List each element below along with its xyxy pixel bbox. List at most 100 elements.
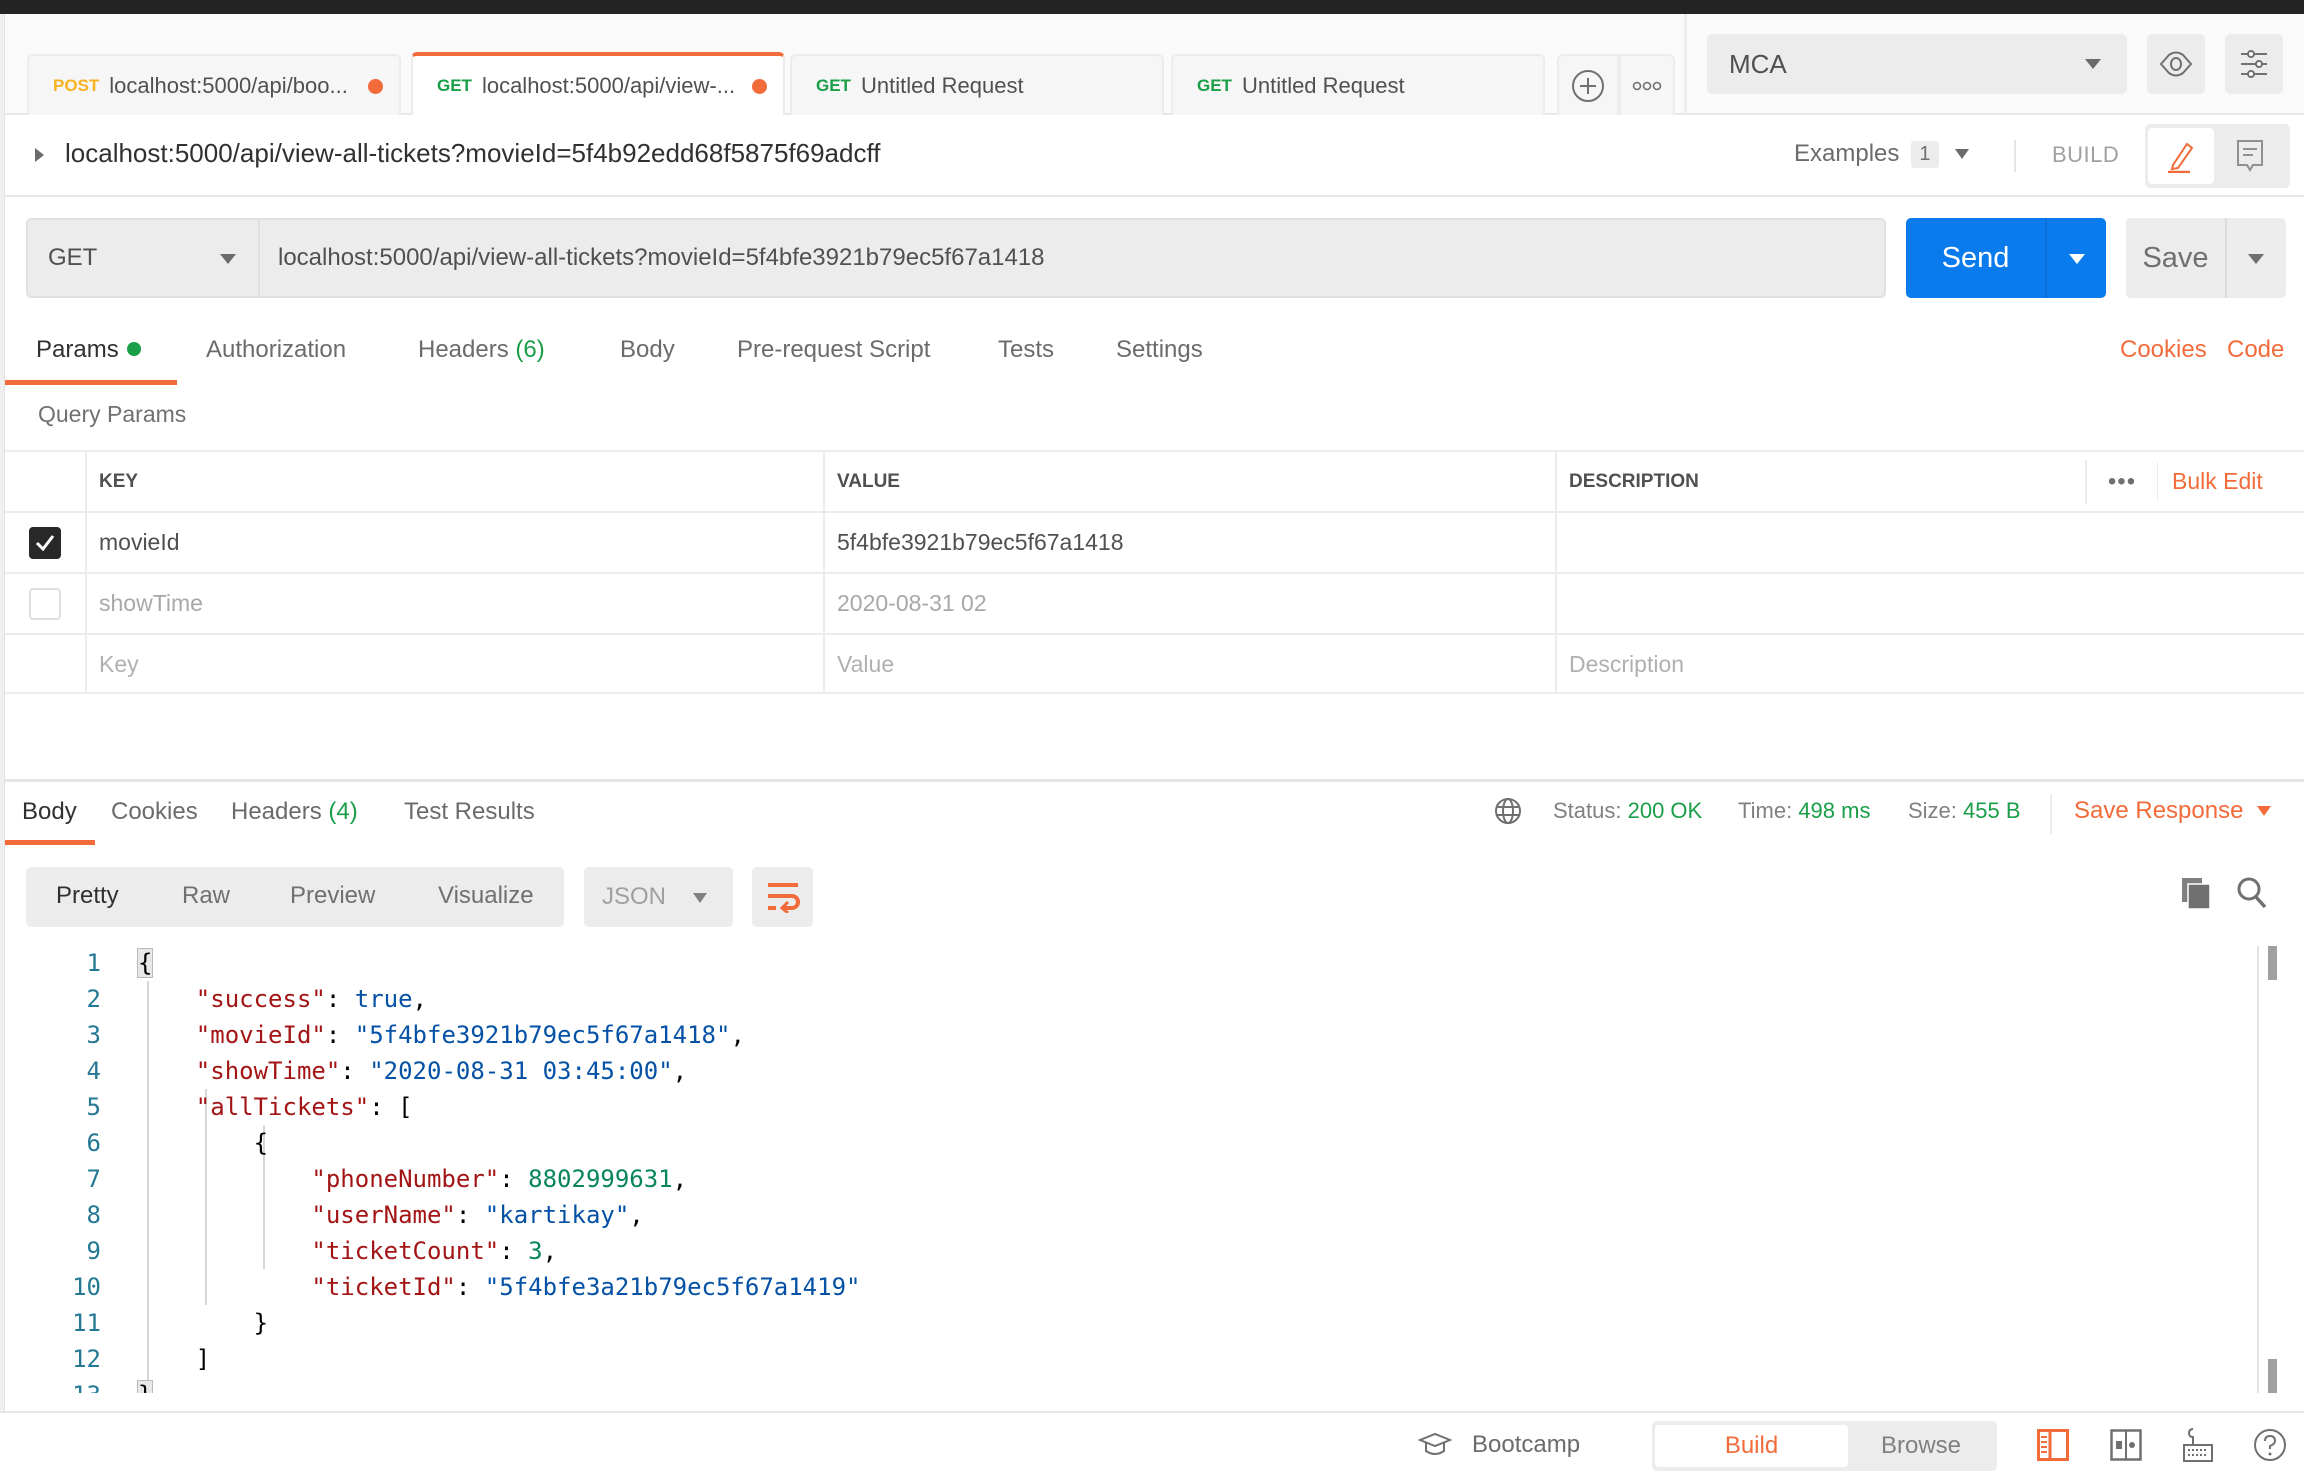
- response-tab-test-results[interactable]: Test Results: [404, 798, 535, 826]
- param-key-input[interactable]: movieId: [85, 513, 823, 572]
- time-value[interactable]: 498 ms: [1798, 798, 1870, 823]
- request-title-row: localhost:5000/api/view-all-tickets?movi…: [5, 116, 2304, 197]
- manage-environments-button[interactable]: [2225, 34, 2283, 94]
- json-punctuation: ,: [542, 1237, 558, 1265]
- tab-label: localhost:5000/api/boo...: [109, 72, 348, 98]
- response-tab-headers[interactable]: Headers (4): [231, 798, 358, 826]
- status-value[interactable]: 200 OK: [1628, 798, 1703, 823]
- bulk-edit-button[interactable]: Bulk Edit: [2172, 468, 2263, 495]
- json-punctuation: :: [455, 1201, 485, 1229]
- view-raw-button[interactable]: Raw: [182, 882, 230, 910]
- examples-dropdown[interactable]: Examples 1: [1794, 140, 1969, 168]
- search-icon[interactable]: [2236, 876, 2268, 910]
- response-tab-body[interactable]: Body: [22, 798, 77, 826]
- wrap-lines-button[interactable]: [752, 867, 813, 927]
- save-response-button[interactable]: Save Response: [2074, 797, 2272, 825]
- tab-headers[interactable]: Headers (6): [418, 336, 545, 364]
- bootcamp-button[interactable]: Bootcamp: [1418, 1431, 1580, 1459]
- tab-get-view-all-tickets[interactable]: GET localhost:5000/api/view-...: [411, 52, 785, 115]
- tab-tests[interactable]: Tests: [998, 336, 1054, 364]
- mode-label: BUILD: [2052, 142, 2120, 167]
- toggle-sidebar-button[interactable]: [2035, 1427, 2071, 1463]
- json-key: "allTickets": [195, 1093, 370, 1121]
- active-tab-indicator: [5, 380, 177, 385]
- tab-pre-request-script[interactable]: Pre-request Script: [737, 336, 930, 364]
- param-description-input[interactable]: [1555, 574, 2304, 633]
- chevron-down-icon: [2257, 806, 2272, 816]
- response-format-select[interactable]: JSON: [584, 867, 733, 927]
- help-button[interactable]: [2252, 1427, 2288, 1463]
- tab-untitled-request-1[interactable]: GET Untitled Request: [790, 54, 1164, 115]
- tab-params[interactable]: Params: [36, 336, 141, 364]
- view-visualize-button[interactable]: Visualize: [438, 882, 534, 910]
- view-preview-button[interactable]: Preview: [290, 882, 375, 910]
- method-badge: POST: [53, 75, 100, 95]
- new-tab-button[interactable]: [1557, 54, 1619, 115]
- row-enabled-checkbox[interactable]: [29, 526, 61, 559]
- json-string: "5f4bfe3a21b79ec5f67a1419": [484, 1273, 861, 1301]
- environment-select[interactable]: MCA: [1707, 34, 2127, 94]
- copy-icon[interactable]: [2180, 876, 2212, 910]
- tab-settings[interactable]: Settings: [1116, 336, 1203, 364]
- code-text: "movieId": "5f4bfe3921b79ec5f67a1418",: [138, 1017, 745, 1053]
- browse-button[interactable]: Browse: [1848, 1425, 1994, 1467]
- row-checkbox-cell: [5, 635, 85, 694]
- json-key: "ticketCount": [311, 1237, 500, 1265]
- tab-authorization[interactable]: Authorization: [206, 336, 346, 364]
- build-mode-button[interactable]: [2148, 128, 2214, 184]
- param-description-input[interactable]: [1555, 513, 2304, 572]
- keyboard-shortcuts-button[interactable]: [2180, 1427, 2216, 1463]
- new-key-input[interactable]: Key: [85, 635, 823, 694]
- sliders-icon: [2241, 50, 2267, 78]
- environment-quick-look-button[interactable]: [2147, 34, 2205, 94]
- more-options-icon[interactable]: •••: [2087, 468, 2157, 496]
- status-label: Status:: [1553, 798, 1622, 823]
- tab-body[interactable]: Body: [620, 336, 675, 364]
- two-pane-view-button[interactable]: [2108, 1427, 2144, 1463]
- code-text: "success": true,: [138, 981, 427, 1017]
- more-horizontal-icon: [1632, 81, 1662, 90]
- response-tab-cookies[interactable]: Cookies: [111, 798, 198, 826]
- size-label: Size:: [1908, 798, 1957, 823]
- send-button[interactable]: Send: [1906, 218, 2045, 298]
- new-description-input[interactable]: Description: [1555, 635, 2304, 694]
- chevron-down-icon: [693, 893, 707, 903]
- build-button[interactable]: Build: [1655, 1425, 1848, 1467]
- size-value[interactable]: 455 B: [1963, 798, 2021, 823]
- code-line: 9 "ticketCount": 3,: [5, 1233, 2255, 1269]
- save-button[interactable]: Save: [2126, 218, 2225, 298]
- json-punctuation: :: [499, 1237, 529, 1265]
- code-lines: 1{2 "success": true, 3 "movieId": "5f4bfe…: [5, 945, 2255, 1393]
- url-value: localhost:5000/api/view-all-tickets?movi…: [278, 244, 1045, 271]
- table-actions: ••• Bulk Edit: [2085, 452, 2304, 511]
- json-key: "ticketId": [311, 1273, 456, 1301]
- table-header-row: KEY VALUE DESCRIPTION ••• Bulk Edit: [5, 450, 2304, 511]
- json-punctuation: ,: [672, 1165, 688, 1193]
- editor-scrollbar-track[interactable]: [2257, 946, 2259, 1393]
- view-pretty-button[interactable]: Pretty: [56, 882, 119, 910]
- cookies-link[interactable]: Cookies: [2120, 336, 2207, 364]
- code-link[interactable]: Code: [2227, 336, 2284, 364]
- format-value: JSON: [602, 883, 667, 910]
- param-value-input[interactable]: 2020-08-31 02: [823, 574, 1555, 633]
- expand-triangle-icon[interactable]: [35, 148, 44, 162]
- comments-button[interactable]: [2217, 128, 2283, 184]
- url-input[interactable]: localhost:5000/api/view-all-tickets?movi…: [258, 218, 1886, 298]
- method-select[interactable]: GET: [26, 218, 258, 298]
- send-options-chevron-icon[interactable]: [2069, 254, 2085, 264]
- request-name[interactable]: localhost:5000/api/view-all-tickets?movi…: [65, 138, 880, 169]
- row-enabled-checkbox[interactable]: [29, 587, 61, 620]
- response-pane-resize-handle[interactable]: [5, 779, 2304, 782]
- param-key-input[interactable]: showTime: [85, 574, 823, 633]
- new-value-input[interactable]: Value: [823, 635, 1555, 694]
- param-value-input[interactable]: 5f4bfe3921b79ec5f67a1418: [823, 513, 1555, 572]
- tab-untitled-request-2[interactable]: GET Untitled Request: [1171, 54, 1545, 115]
- save-options-chevron-icon[interactable]: [2248, 254, 2264, 264]
- response-body-editor[interactable]: 1{2 "success": true, 3 "movieId": "5f4bfe…: [5, 945, 2255, 1393]
- editor-scrollbar-thumb[interactable]: [2268, 946, 2277, 980]
- code-text: ]: [138, 1341, 210, 1377]
- network-icon[interactable]: [1493, 796, 1523, 832]
- code-text: "userName": "kartikay",: [138, 1197, 643, 1233]
- more-tabs-button[interactable]: [1619, 54, 1675, 115]
- tab-post-book[interactable]: POST localhost:5000/api/boo...: [27, 54, 401, 115]
